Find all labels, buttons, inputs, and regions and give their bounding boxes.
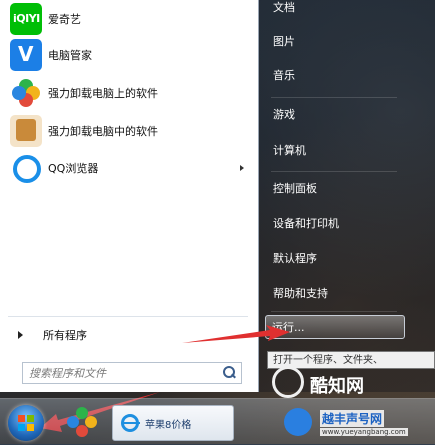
shield-v-icon: V xyxy=(10,39,42,71)
taskbar-window-title: 苹果8价格 xyxy=(145,419,192,431)
windows-logo-icon xyxy=(18,415,25,422)
run-button[interactable]: 运行... xyxy=(265,315,405,339)
uninstall-box-icon xyxy=(10,115,42,147)
program-label: 强力卸载电脑上的软件 xyxy=(48,87,158,100)
divider xyxy=(271,311,397,312)
divider xyxy=(271,171,397,172)
program-item-uninstaller-2[interactable]: 强力卸载电脑中的软件 xyxy=(6,114,250,148)
triangle-right-icon xyxy=(18,331,23,339)
windows-start-button[interactable] xyxy=(8,405,44,441)
right-item-help-support[interactable]: 帮助和支持 xyxy=(267,278,397,308)
right-item-control-panel[interactable]: 控制面板 xyxy=(267,173,397,203)
program-label: 电脑管家 xyxy=(48,49,92,62)
taskbar-ie-window[interactable]: 苹果8价格 xyxy=(112,405,234,441)
right-item-pictures[interactable]: 图片 xyxy=(267,26,397,56)
right-item-documents[interactable]: 文档 xyxy=(267,0,397,22)
divider xyxy=(271,97,397,98)
right-item-music[interactable]: 音乐 xyxy=(267,60,397,90)
taskbar-app-icon[interactable] xyxy=(66,406,98,438)
watermark-yueyang: 越丰声号网 xyxy=(320,410,385,427)
all-programs-button[interactable]: 所有程序 xyxy=(6,322,250,348)
program-label: 爱奇艺 xyxy=(48,13,81,26)
qq-browser-icon xyxy=(10,152,42,184)
program-label: 强力卸载电脑中的软件 xyxy=(48,125,158,138)
program-item-qq-browser[interactable]: QQ浏览器 xyxy=(6,151,250,185)
start-menu-places-pane: 文档 图片 音乐 游戏 计算机 控制面板 设备和打印机 默认程序 帮助和支持 运… xyxy=(259,0,435,392)
right-item-computer[interactable]: 计算机 xyxy=(267,135,397,165)
start-menu-programs-pane: iQIYI 爱奇艺 V 电脑管家 强力卸载电脑上的软件 强力卸载电脑中的软件 Q… xyxy=(0,0,259,392)
watermark-url: www.yueyangbang.com xyxy=(320,428,408,436)
watermark-globe-icon xyxy=(284,408,312,436)
ie-icon xyxy=(121,414,140,432)
search-box xyxy=(22,362,242,384)
all-programs-label: 所有程序 xyxy=(43,329,87,342)
program-item-iqiyi[interactable]: iQIYI 爱奇艺 xyxy=(6,2,250,36)
submenu-arrow-icon xyxy=(240,165,244,171)
right-item-devices-printers[interactable]: 设备和打印机 xyxy=(267,208,397,238)
right-item-games[interactable]: 游戏 xyxy=(267,99,397,129)
watermark-zhishi: 酷知网 xyxy=(310,376,364,397)
search-icon[interactable] xyxy=(221,365,237,381)
program-item-uninstaller-1[interactable]: 强力卸载电脑上的软件 xyxy=(6,76,250,110)
program-item-pc-manager[interactable]: V 电脑管家 xyxy=(6,38,250,72)
watermark-area: 酷知网 越丰声号网 www.yueyangbang.com xyxy=(262,362,435,444)
program-label: QQ浏览器 xyxy=(48,162,99,175)
right-item-default-programs[interactable]: 默认程序 xyxy=(267,243,397,273)
clover-icon xyxy=(10,77,42,109)
search-input[interactable] xyxy=(23,363,221,383)
iqiyi-icon: iQIYI xyxy=(10,3,42,35)
watermark-logo-icon xyxy=(272,366,304,398)
divider xyxy=(8,316,248,317)
